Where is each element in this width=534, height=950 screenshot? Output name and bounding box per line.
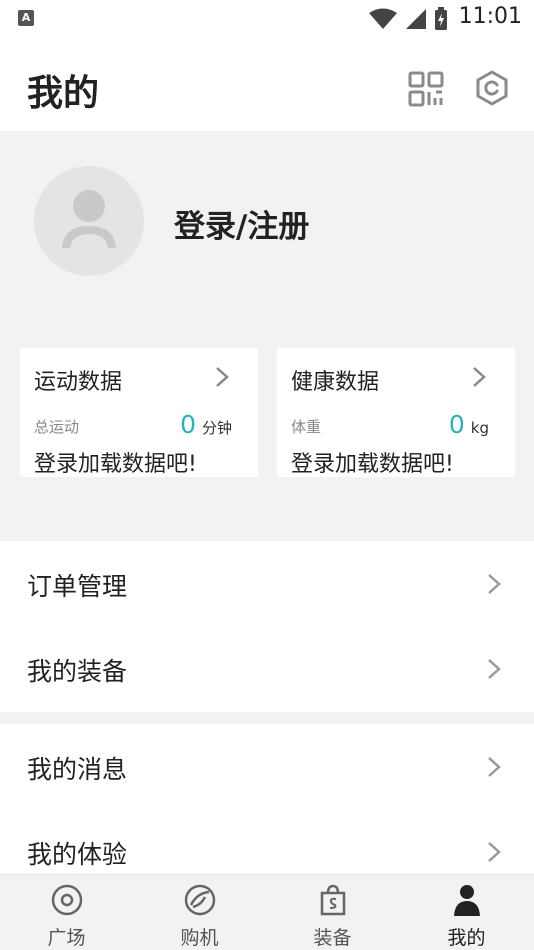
menu-item-label: 我的消息 xyxy=(27,755,128,784)
target-icon xyxy=(51,884,82,916)
signal-icon xyxy=(406,9,426,29)
metric-label: 总运动 xyxy=(34,418,80,436)
metric-value: 0 xyxy=(180,410,196,439)
card-hint: 登录加载数据吧! xyxy=(34,452,197,477)
chevron-right-icon xyxy=(488,574,501,594)
menu-group: 订单管理 我的装备 xyxy=(0,541,534,712)
wifi-icon xyxy=(369,8,397,29)
qr-code-icon xyxy=(408,71,444,107)
menu-item-equipment[interactable]: 我的装备 xyxy=(0,626,534,711)
battery-icon xyxy=(435,7,447,30)
chevron-right-icon xyxy=(488,842,501,862)
metric-unit: kg xyxy=(470,419,489,437)
nav-label: 购机 xyxy=(180,927,219,949)
user-icon xyxy=(453,885,480,916)
status-time: 11:01 xyxy=(458,4,522,29)
app-notification-icon: A xyxy=(18,10,34,26)
chevron-right-icon xyxy=(488,659,501,679)
metric: 0 kg xyxy=(449,410,489,439)
metric-label: 体重 xyxy=(291,418,322,436)
chevron-right-icon xyxy=(473,367,486,387)
nav-label: 我的 xyxy=(447,927,486,949)
card-title: 健康数据 xyxy=(291,370,380,395)
status-bar: A 11:01 xyxy=(0,0,534,36)
bottom-nav: 广场 购机 装备 我的 xyxy=(0,874,534,950)
avatar[interactable] xyxy=(34,166,144,276)
settings-hex-icon xyxy=(476,70,508,106)
nav-item-plaza[interactable]: 广场 xyxy=(0,875,133,950)
page-title: 我的 xyxy=(27,73,100,114)
header: 我的 xyxy=(0,36,534,131)
settings-button[interactable] xyxy=(472,68,512,108)
chevron-right-icon xyxy=(488,757,501,777)
shopping-bag-icon xyxy=(320,884,345,916)
chevron-right-icon xyxy=(216,367,229,387)
menu-item-label: 我的体验 xyxy=(27,840,128,869)
user-avatar-icon xyxy=(62,190,116,248)
nav-label: 装备 xyxy=(313,927,352,949)
login-register-link[interactable]: 登录/注册 xyxy=(174,201,309,246)
nav-item-mine[interactable]: 我的 xyxy=(400,875,533,950)
status-icons xyxy=(368,7,448,31)
menu-item-label: 我的装备 xyxy=(27,657,128,686)
metric-value: 0 xyxy=(448,410,465,439)
metric: 0 分钟 xyxy=(180,410,232,439)
sport-data-card[interactable]: 运动数据 总运动 0 分钟 登录加载数据吧! xyxy=(20,348,258,477)
menu-item-messages[interactable]: 我的消息 xyxy=(0,724,534,809)
menu-item-orders[interactable]: 订单管理 xyxy=(0,541,534,626)
profile-section: 登录/注册 运动数据 总运动 0 分钟 登录加载数据吧! 健康数据 体重 0 k… xyxy=(0,131,534,541)
qr-code-button[interactable] xyxy=(407,70,445,108)
metric-unit: 分钟 xyxy=(201,419,232,437)
nav-item-gear[interactable]: 装备 xyxy=(266,875,399,950)
card-hint: 登录加载数据吧! xyxy=(291,452,454,477)
nav-item-buy[interactable]: 购机 xyxy=(133,875,266,950)
card-title: 运动数据 xyxy=(34,370,123,395)
health-data-card[interactable]: 健康数据 体重 0 kg 登录加载数据吧! xyxy=(277,348,515,477)
nav-label: 广场 xyxy=(47,927,86,949)
menu-group: 我的消息 我的体验 xyxy=(0,724,534,874)
bike-icon xyxy=(184,884,215,916)
menu-item-label: 订单管理 xyxy=(27,572,128,601)
